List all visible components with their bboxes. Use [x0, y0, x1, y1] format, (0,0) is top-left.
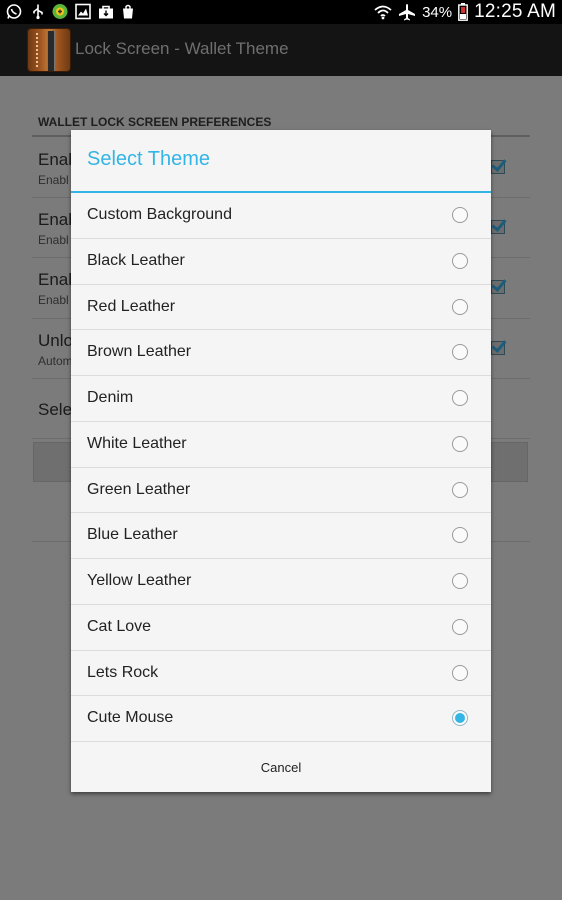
radio-button[interactable] — [452, 435, 468, 452]
pref-checkbox[interactable] — [491, 280, 505, 294]
radio-button[interactable] — [452, 664, 468, 681]
usb-icon — [33, 4, 43, 20]
dialog-title: Select Theme — [87, 148, 211, 170]
radio-button[interactable] — [452, 573, 468, 589]
theme-option-brown-leather[interactable]: Brown Leather — [71, 330, 491, 376]
pref-item-summary: Autom — [38, 354, 73, 368]
radio-button[interactable] — [452, 390, 468, 406]
pref-item-summary: Enabl — [38, 173, 69, 187]
theme-option-white-leather[interactable]: White Leather — [71, 422, 491, 468]
bag-icon — [99, 5, 113, 19]
radio-button[interactable] — [452, 252, 468, 269]
pref-item-summary: Enabl — [38, 233, 69, 247]
theme-option-cat-love[interactable]: Cat Love — [71, 605, 491, 651]
app-logo-icon[interactable] — [27, 28, 71, 72]
clock: 12:25 AM — [474, 1, 556, 22]
option-label: Custom Background — [87, 206, 232, 223]
theme-option-yellow-leather[interactable]: Yellow Leather — [71, 559, 491, 605]
option-label: Lets Rock — [87, 663, 159, 681]
preferences-header: WALLET LOCK SCREEN PREFERENCES — [38, 115, 272, 129]
shopping-bag-icon — [123, 4, 133, 19]
pref-checkbox[interactable] — [491, 341, 505, 355]
app-notification-icon — [52, 4, 68, 19]
radio-button[interactable] — [452, 298, 468, 315]
theme-option-lets-rock[interactable]: Lets Rock — [71, 651, 491, 697]
action-bar: Lock Screen - Wallet Theme — [0, 24, 562, 76]
wifi-icon — [374, 5, 392, 20]
radio-button[interactable] — [452, 344, 468, 361]
battery-icon — [458, 3, 469, 21]
cancel-button[interactable]: Cancel — [71, 742, 491, 792]
battery-percent: 34% — [422, 3, 453, 21]
option-label: White Leather — [87, 434, 187, 452]
theme-option-red-leather[interactable]: Red Leather — [71, 285, 491, 331]
theme-option-cute-mouse[interactable]: Cute Mouse — [71, 696, 491, 742]
app-title: Lock Screen - Wallet Theme — [75, 39, 289, 58]
dialog-footer: Cancel — [71, 742, 491, 792]
radio-button[interactable] — [452, 618, 468, 635]
option-label: Green Leather — [87, 480, 191, 498]
status-right: 34% 12:25 AM — [374, 0, 556, 24]
theme-option-blue-leather[interactable]: Blue Leather — [71, 513, 491, 559]
option-label: Cat Love — [87, 617, 152, 635]
select-theme-dialog: Select Theme Custom Background Black Lea… — [71, 130, 491, 792]
option-label: Blue Leather — [87, 526, 178, 544]
radio-button-selected[interactable] — [452, 710, 468, 727]
image-icon — [75, 3, 91, 20]
option-label: Red Leather — [87, 297, 176, 315]
pref-checkbox[interactable] — [491, 220, 505, 234]
option-label: Brown Leather — [87, 343, 192, 361]
radio-button[interactable] — [452, 207, 468, 223]
airplane-icon — [399, 4, 416, 21]
theme-option-custom-background[interactable]: Custom Background — [71, 193, 491, 239]
option-label: Denim — [87, 389, 134, 406]
radio-button[interactable] — [452, 481, 468, 498]
option-label: Black Leather — [87, 251, 185, 269]
pref-item-title[interactable]: Unlo — [38, 331, 73, 351]
theme-option-list: Custom Background Black Leather Red Leat… — [71, 193, 491, 742]
status-bar: 34% 12:25 AM — [0, 0, 562, 24]
option-label: Yellow Leather — [87, 572, 192, 589]
pref-item-summary: Enabl — [38, 293, 69, 307]
theme-option-denim[interactable]: Denim — [71, 376, 491, 422]
option-label: Cute Mouse — [87, 709, 174, 727]
radio-button[interactable] — [452, 527, 468, 544]
pref-checkbox[interactable] — [491, 160, 505, 174]
pref-item-title[interactable]: Sele — [38, 400, 72, 420]
theme-option-green-leather[interactable]: Green Leather — [71, 468, 491, 514]
theme-option-black-leather[interactable]: Black Leather — [71, 239, 491, 285]
whatsapp-icon — [6, 4, 22, 19]
